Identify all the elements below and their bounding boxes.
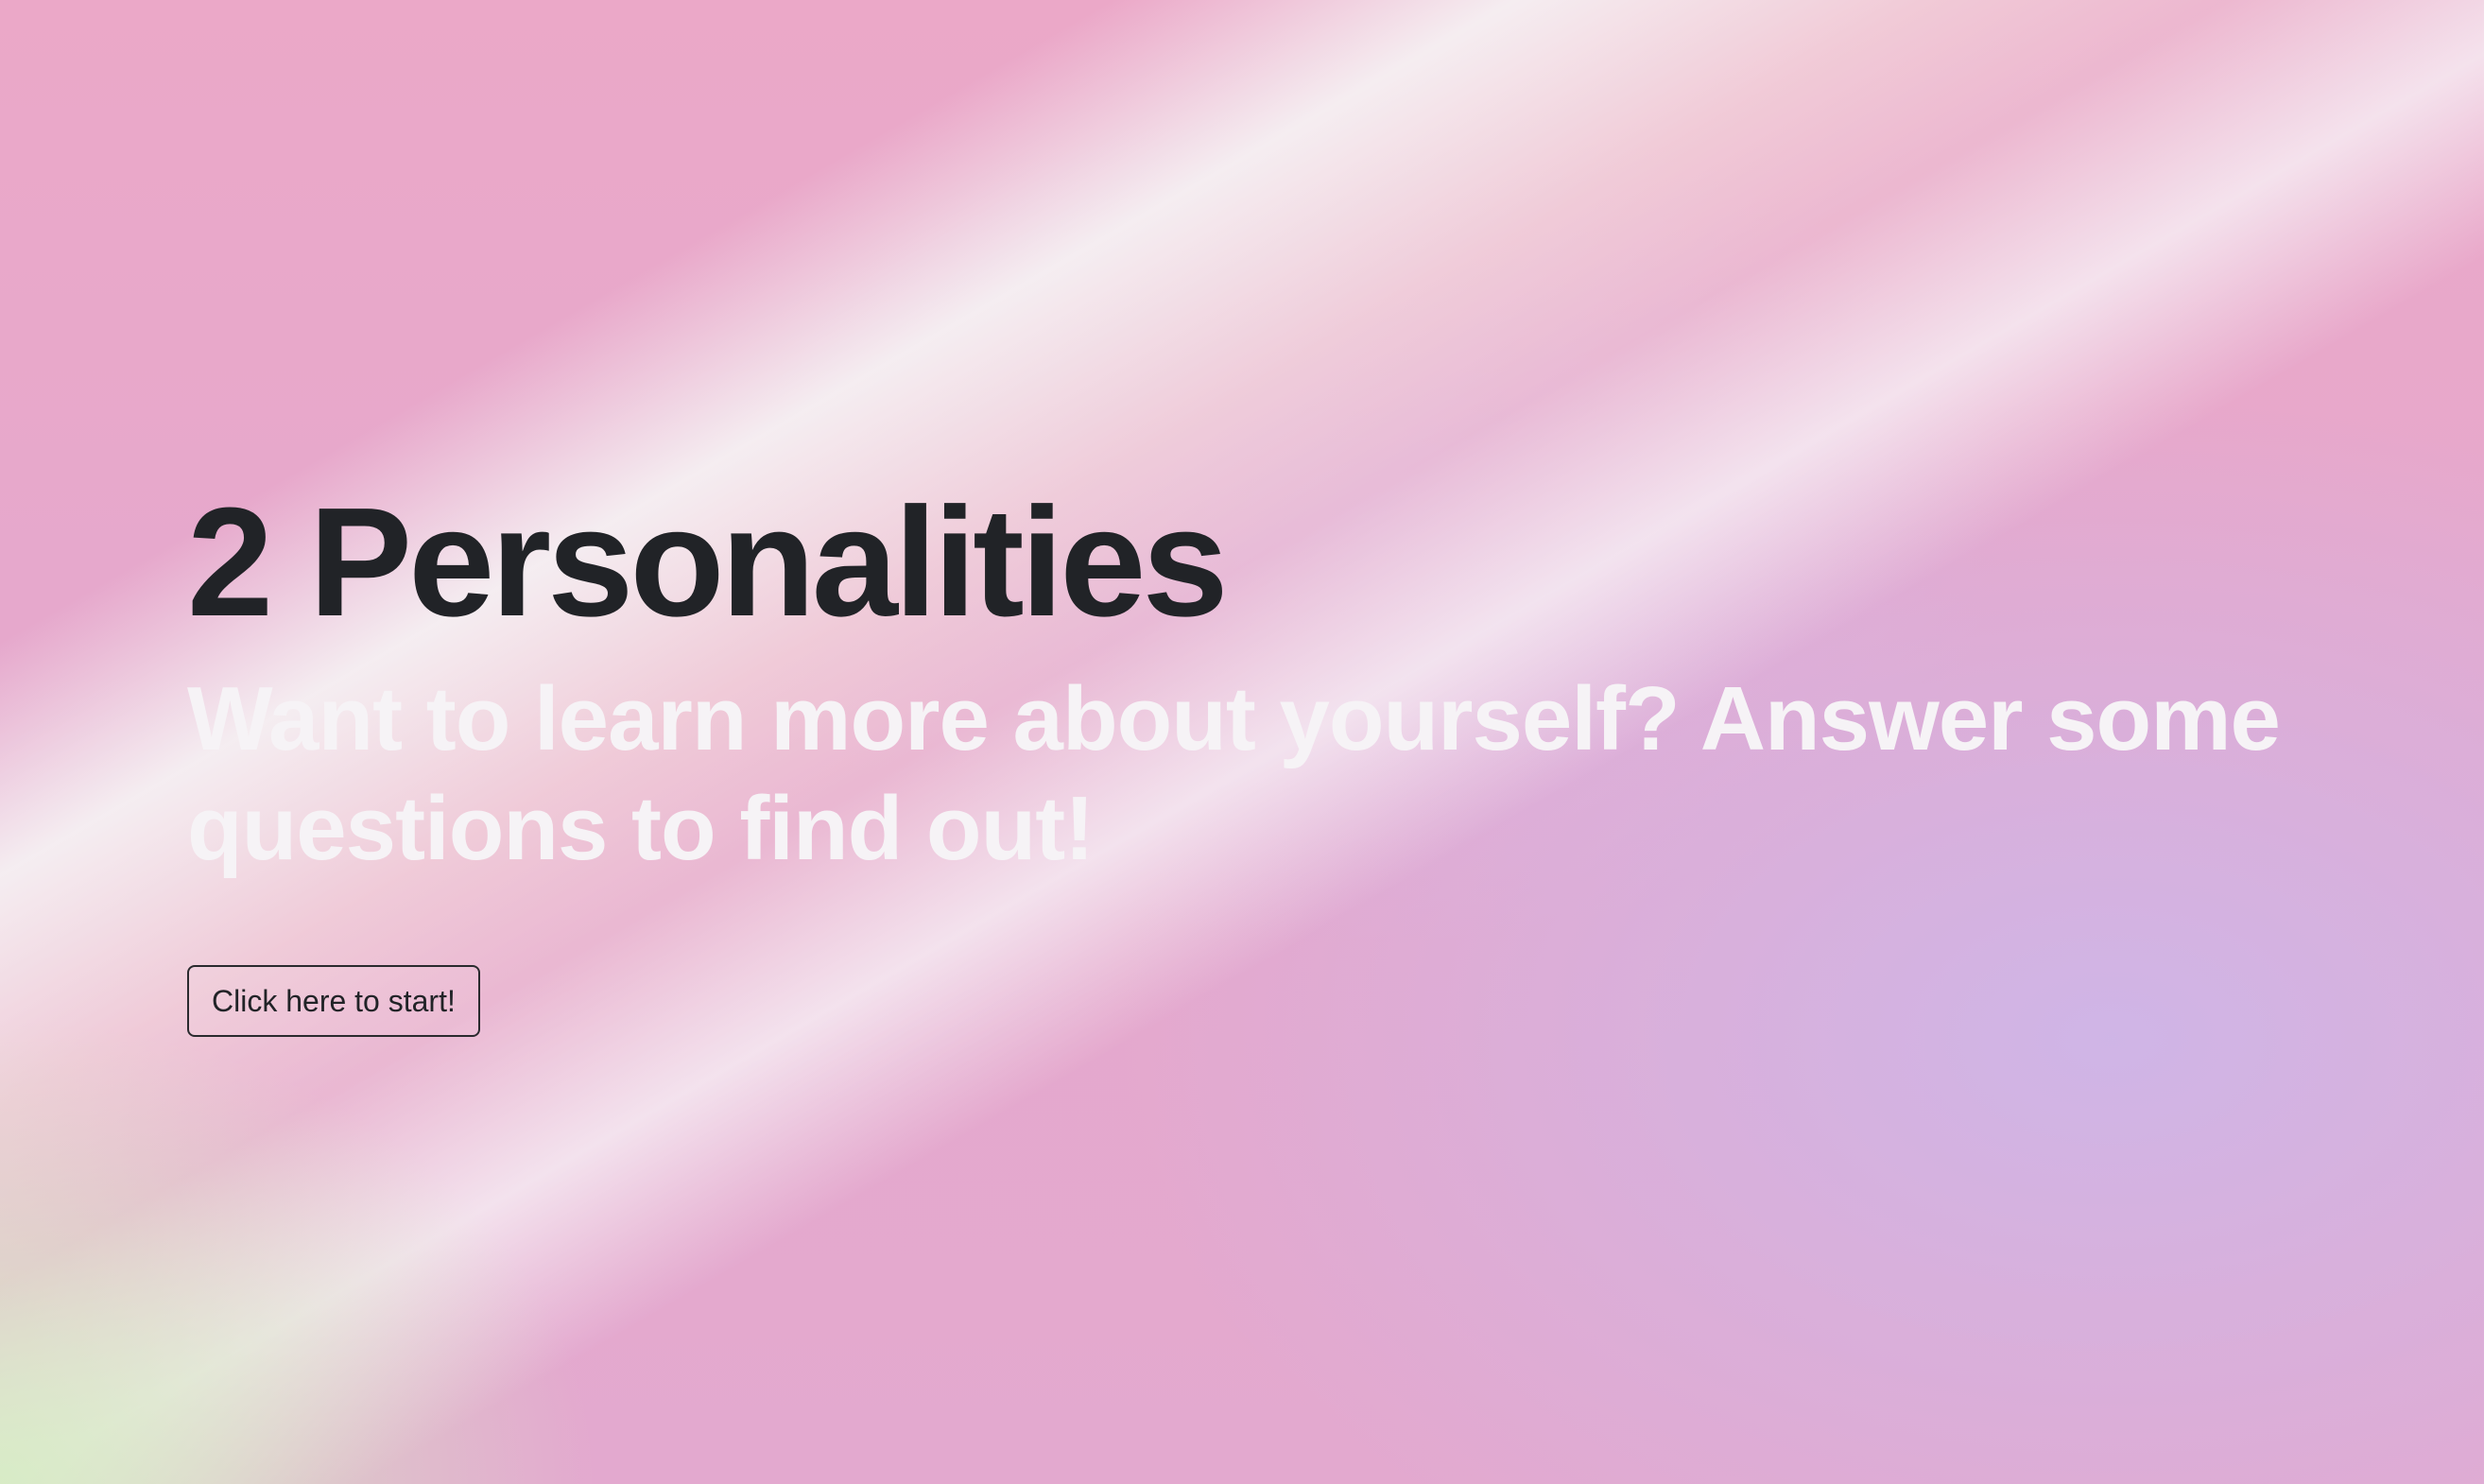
page-title: 2 Personalities bbox=[187, 475, 1229, 648]
page-subtitle: Want to learn more about yourself? Answe… bbox=[187, 668, 2281, 879]
hero-section: 2 Personalities Want to learn more about… bbox=[187, 477, 2323, 1037]
start-button[interactable]: Click here to start! bbox=[187, 965, 480, 1037]
